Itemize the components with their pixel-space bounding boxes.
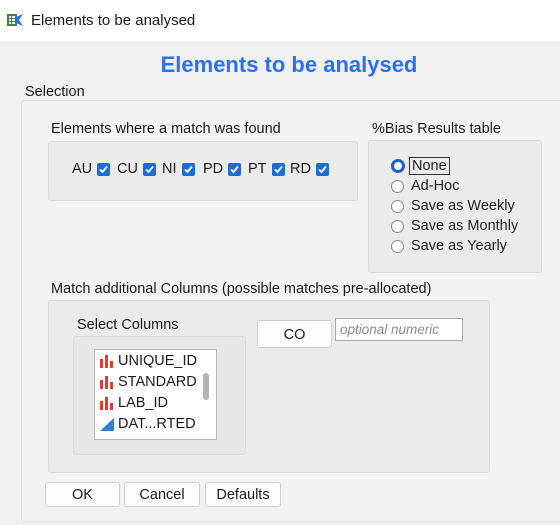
element-label: NI [162, 161, 177, 177]
list-item[interactable]: LAB_ID [99, 395, 168, 411]
radio-selected-icon[interactable] [391, 159, 405, 173]
selection-label: Selection [25, 84, 85, 100]
radio-icon[interactable] [391, 179, 404, 193]
columns-listbox[interactable]: UNIQUE_ID STANDARD LAB_ID DAT...RTED [94, 349, 217, 440]
bias-option-ad-hoc[interactable]: Ad-Hoc [391, 178, 459, 194]
ok-button[interactable]: OK [45, 482, 120, 507]
bar-chart-icon [100, 397, 113, 410]
bias-option-weekly[interactable]: Save as Weekly [391, 198, 515, 214]
element-checkbox-au[interactable]: AU [72, 161, 111, 177]
list-item[interactable]: STANDARD [99, 374, 197, 390]
bias-option-none[interactable]: None [391, 157, 450, 175]
bar-chart-icon [100, 376, 113, 389]
radio-icon[interactable] [391, 239, 404, 253]
check-icon[interactable] [181, 162, 195, 176]
element-label: PD [203, 161, 224, 177]
column-name: LAB_ID [118, 395, 168, 411]
bias-option-label: Save as Yearly [411, 238, 507, 254]
bias-option-yearly[interactable]: Save as Yearly [391, 238, 507, 254]
page-title: Elements to be analysed [160, 52, 418, 77]
element-checkbox-cu[interactable]: CU [117, 161, 156, 177]
check-icon[interactable] [271, 162, 285, 176]
app-icon [7, 14, 23, 26]
check-icon[interactable] [97, 162, 111, 176]
bias-option-label: Save as Weekly [411, 198, 515, 214]
bias-option-label: Ad-Hoc [411, 178, 460, 194]
listbox-scrollbar[interactable] [203, 373, 209, 400]
co-button[interactable]: CO [257, 320, 332, 348]
element-label: CU [117, 161, 138, 177]
list-item[interactable]: UNIQUE_ID [99, 353, 197, 369]
element-checkbox-pd[interactable]: PD [203, 161, 242, 177]
column-name: STANDARD [118, 374, 197, 390]
check-icon[interactable] [228, 162, 242, 176]
element-label: RD [290, 161, 311, 177]
continuous-icon [100, 418, 114, 431]
radio-icon[interactable] [391, 199, 404, 213]
title-bar: Elements to be analysed [0, 0, 560, 43]
element-checkbox-ni[interactable]: NI [162, 161, 195, 177]
bar-chart-icon [100, 355, 113, 368]
check-icon[interactable] [315, 162, 329, 176]
list-item[interactable]: DAT...RTED [99, 416, 196, 432]
elements-group-label: Elements where a match was found [51, 121, 281, 137]
cancel-button[interactable]: Cancel [124, 482, 200, 507]
defaults-button[interactable]: Defaults [205, 482, 281, 507]
optional-numeric-input[interactable]: optional numeric [335, 318, 463, 341]
window-title: Elements to be analysed [31, 12, 196, 29]
column-name: UNIQUE_ID [118, 353, 197, 369]
match-columns-label: Match additional Columns (possible match… [51, 281, 432, 297]
element-label: AU [72, 161, 93, 177]
column-name: DAT...RTED [118, 416, 196, 432]
select-columns-label: Select Columns [77, 317, 179, 333]
element-checkbox-pt[interactable]: PT [248, 161, 285, 177]
bias-option-label: None [409, 157, 450, 175]
bias-option-monthly[interactable]: Save as Monthly [391, 218, 518, 234]
bias-option-label: Save as Monthly [411, 218, 519, 234]
element-checkbox-rd[interactable]: RD [290, 161, 329, 177]
element-label: PT [248, 161, 267, 177]
check-icon[interactable] [142, 162, 156, 176]
bias-group-label: %Bias Results table [372, 121, 501, 137]
radio-icon[interactable] [391, 219, 404, 233]
